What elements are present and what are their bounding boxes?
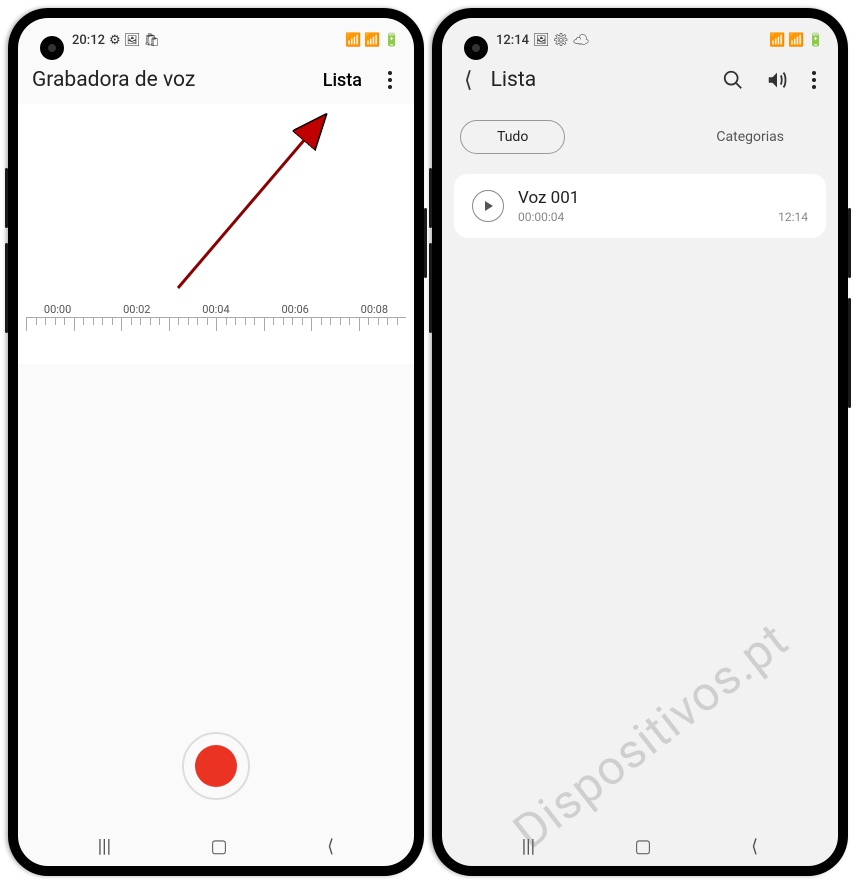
segment-toggle: Tudo Categorias xyxy=(442,104,838,170)
screen-1: 20:12 ⚙ 🖼 🛍 📶 📶 🔋 Grabadora de voz Lista… xyxy=(18,18,414,866)
page-title: Lista xyxy=(491,68,537,92)
nav-recents-icon[interactable]: ||| xyxy=(502,832,555,861)
screen-2: 12:14 🖼 ⚙ ☁ 📶 📶 🔋 ⟨ Lista Tudo Categori xyxy=(442,18,838,866)
timeline-tick-label: 00:04 xyxy=(202,303,229,316)
nav-home-icon[interactable]: ▢ xyxy=(191,832,248,861)
tab-categories[interactable]: Categorias xyxy=(680,121,820,153)
nav-back-icon[interactable]: ⟨ xyxy=(731,832,778,861)
timeline-area: 00:00 00:02 00:04 00:06 00:08 xyxy=(18,104,414,364)
phone-right: 12:14 🖼 ⚙ ☁ 📶 📶 🔋 ⟨ Lista Tudo Categori xyxy=(432,8,848,876)
camera-hole xyxy=(464,36,488,60)
status-right: 📶 📶 🔋 xyxy=(345,33,400,48)
side-button xyxy=(424,208,427,278)
side-button xyxy=(5,243,8,333)
phone-left: 20:12 ⚙ 🖼 🛍 📶 📶 🔋 Grabadora de voz Lista… xyxy=(8,8,424,876)
recording-meta: 00:00:04 12:14 xyxy=(518,210,808,224)
side-button xyxy=(5,168,8,228)
timeline-tick-label: 00:08 xyxy=(361,303,388,316)
tab-all[interactable]: Tudo xyxy=(460,120,565,154)
recording-duration: 00:00:04 xyxy=(518,210,564,224)
status-left: 12:14 🖼 ⚙ ☁ xyxy=(496,33,589,48)
camera-hole xyxy=(40,36,64,60)
play-button[interactable] xyxy=(472,190,504,222)
app-header: ⟨ Lista xyxy=(442,56,838,104)
record-button[interactable] xyxy=(182,732,250,800)
app-title: Grabadora de voz xyxy=(32,68,195,92)
status-icons-left: ⚙ 🖼 🛍 xyxy=(109,33,160,48)
side-button xyxy=(848,298,851,408)
status-time: 12:14 xyxy=(496,33,529,48)
recording-item[interactable]: Voz 001 00:00:04 12:14 xyxy=(454,174,826,238)
more-icon[interactable] xyxy=(380,63,400,97)
timeline-tick-label: 00:02 xyxy=(123,303,150,316)
volume-icon[interactable] xyxy=(760,63,794,97)
timeline-tick-label: 00:00 xyxy=(44,303,71,316)
waveform-area xyxy=(18,364,414,706)
more-icon[interactable] xyxy=(804,63,824,97)
recording-list: Voz 001 00:00:04 12:14 xyxy=(442,170,838,242)
nav-bar: ||| ▢ ⟨ xyxy=(18,826,414,866)
nav-back-icon[interactable]: ⟨ xyxy=(307,832,354,861)
status-right: 📶 📶 🔋 xyxy=(769,33,824,48)
nav-recents-icon[interactable]: ||| xyxy=(78,832,131,861)
record-area xyxy=(18,706,414,826)
list-button[interactable]: Lista xyxy=(315,66,370,95)
record-icon xyxy=(195,745,237,787)
side-button xyxy=(429,243,432,333)
nav-bar: ||| ▢ ⟨ xyxy=(442,826,838,866)
status-bar: 12:14 🖼 ⚙ ☁ 📶 📶 🔋 xyxy=(442,18,838,56)
side-button xyxy=(429,168,432,228)
timeline-labels: 00:00 00:02 00:04 00:06 00:08 xyxy=(18,303,414,316)
recording-info: Voz 001 00:00:04 12:14 xyxy=(518,188,808,224)
status-time: 20:12 xyxy=(72,33,105,48)
side-button xyxy=(848,208,851,278)
arrow-annotation xyxy=(168,98,368,298)
timeline-tick-label: 00:06 xyxy=(281,303,308,316)
recording-time: 12:14 xyxy=(778,210,808,224)
status-icons-right: 📶 📶 🔋 xyxy=(769,33,824,48)
recording-title: Voz 001 xyxy=(518,188,808,208)
search-icon[interactable] xyxy=(716,63,750,97)
status-icons-right: 📶 📶 🔋 xyxy=(345,33,400,48)
back-icon[interactable]: ⟨ xyxy=(456,64,481,97)
status-icons-left: 🖼 ⚙ ☁ xyxy=(533,33,589,48)
status-left: 20:12 ⚙ 🖼 🛍 xyxy=(72,33,160,48)
nav-home-icon[interactable]: ▢ xyxy=(615,832,672,861)
app-header: Grabadora de voz Lista xyxy=(18,56,414,104)
play-icon xyxy=(485,201,493,211)
timeline-ruler xyxy=(26,317,406,334)
status-bar: 20:12 ⚙ 🖼 🛍 📶 📶 🔋 xyxy=(18,18,414,56)
